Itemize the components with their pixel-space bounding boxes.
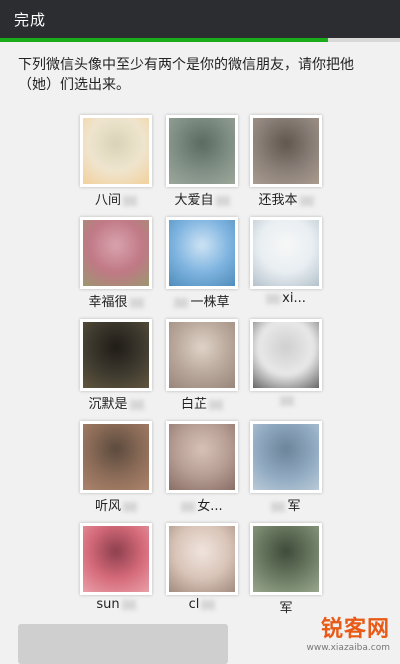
friend-cell[interactable]: 还我本 (250, 115, 322, 213)
watermark-logo: 锐客网 (320, 617, 390, 642)
done-button[interactable]: 完成 (14, 9, 46, 30)
friend-cell[interactable] (250, 319, 322, 417)
name-redaction (129, 297, 144, 308)
friend-avatar[interactable] (80, 319, 152, 391)
confirm-button[interactable] (18, 624, 228, 664)
friend-cell[interactable]: sun (80, 523, 152, 621)
friend-name: 大爱自 (160, 189, 244, 208)
friend-name-text: 幸福很 (88, 295, 128, 310)
friend-cell[interactable]: 白芷 (166, 319, 238, 417)
name-redaction (174, 297, 189, 308)
avatar-image (169, 220, 235, 286)
avatar-image (253, 424, 319, 490)
friend-avatar[interactable] (166, 217, 238, 289)
name-redaction (215, 195, 230, 206)
friend-name-text: 八间 (94, 193, 121, 208)
friend-name (244, 393, 328, 408)
name-redaction (266, 293, 281, 304)
friend-avatar[interactable] (166, 319, 238, 391)
friend-cell[interactable]: 八间 (80, 115, 152, 213)
friend-avatar[interactable] (250, 217, 322, 289)
friend-name: 白芷 (160, 393, 244, 412)
name-redaction (123, 195, 137, 206)
friend-name: 幸福很 (74, 291, 158, 310)
friend-avatar[interactable] (80, 421, 152, 493)
avatar-image (83, 220, 149, 286)
friend-name: 一株草 (160, 291, 244, 310)
friend-avatar[interactable] (166, 115, 238, 187)
friend-cell[interactable]: 沉默是 (80, 319, 152, 417)
question-prompt: 下列微信头像中至少有两个是你的微信朋友，请你把他（她）们选出来。 (18, 57, 354, 93)
friend-avatar[interactable] (166, 523, 238, 595)
avatar-image (253, 322, 319, 388)
friend-name: 沉默是 (74, 393, 158, 412)
name-redaction (181, 501, 196, 512)
friend-name-text: 大爱自 (174, 193, 214, 208)
friend-name: 还我本 (244, 189, 328, 208)
friend-name-text: 听风 (94, 499, 121, 514)
friend-name-text: 女... (197, 499, 223, 514)
friend-name-text: 军 (287, 499, 301, 514)
friend-cell[interactable]: cl (166, 523, 238, 621)
name-redaction (280, 395, 294, 406)
avatar-image (83, 424, 149, 490)
avatar-image (253, 118, 319, 184)
friend-name: xi... (244, 291, 328, 306)
friend-cell[interactable]: 军 (250, 523, 322, 621)
friend-name-text: 一株草 (190, 295, 230, 310)
avatar-image (169, 118, 235, 184)
name-redaction (271, 501, 286, 512)
friend-cell[interactable]: 军 (250, 421, 322, 519)
friend-avatar[interactable] (80, 523, 152, 595)
name-redaction (299, 195, 314, 206)
friend-avatar[interactable] (80, 217, 152, 289)
friend-name-text: 还我本 (258, 193, 298, 208)
friend-name-text: sun (96, 597, 120, 612)
name-redaction (123, 501, 137, 512)
avatar-image (83, 526, 149, 592)
avatar-image (169, 424, 235, 490)
name-redaction (129, 399, 144, 410)
friend-cell[interactable]: 大爱自 (166, 115, 238, 213)
friend-avatar[interactable] (250, 523, 322, 595)
friend-cell[interactable]: 女... (166, 421, 238, 519)
friend-name: sun (74, 597, 158, 612)
friend-avatar[interactable] (166, 421, 238, 493)
friend-avatar[interactable] (250, 115, 322, 187)
watermark: 锐客网 www.xiazaiba.com (306, 611, 390, 653)
friend-name: 军 (244, 495, 328, 514)
friend-cell[interactable]: 听风 (80, 421, 152, 519)
name-redaction (121, 599, 136, 610)
friend-name: 听风 (74, 495, 158, 514)
avatar-image (253, 526, 319, 592)
name-redaction (209, 399, 223, 410)
friend-cell[interactable]: 幸福很 (80, 217, 152, 315)
friend-avatar[interactable] (250, 421, 322, 493)
friend-name-text: 白芷 (180, 397, 207, 412)
friend-name-text: 军 (279, 601, 293, 616)
friend-name-text: xi... (282, 291, 306, 306)
watermark-url: www.xiazaiba.com (306, 643, 390, 653)
friend-name: 女... (160, 495, 244, 514)
avatar-image (253, 220, 319, 286)
friend-avatar[interactable] (250, 319, 322, 391)
progress-fill (0, 38, 328, 42)
friend-cell[interactable]: 一株草 (166, 217, 238, 315)
top-bar: 完成 (0, 0, 400, 38)
friend-avatar[interactable] (80, 115, 152, 187)
avatar-image (169, 526, 235, 592)
progress-bar (0, 38, 400, 42)
name-redaction (201, 599, 216, 610)
friend-cell[interactable]: xi... (250, 217, 322, 315)
friend-name-text: cl (188, 597, 200, 612)
avatar-image (83, 322, 149, 388)
friend-name-text: 沉默是 (88, 397, 128, 412)
friend-name: 八间 (74, 189, 158, 208)
avatar-image (83, 118, 149, 184)
friend-name: cl (160, 597, 244, 612)
avatar-image (169, 322, 235, 388)
